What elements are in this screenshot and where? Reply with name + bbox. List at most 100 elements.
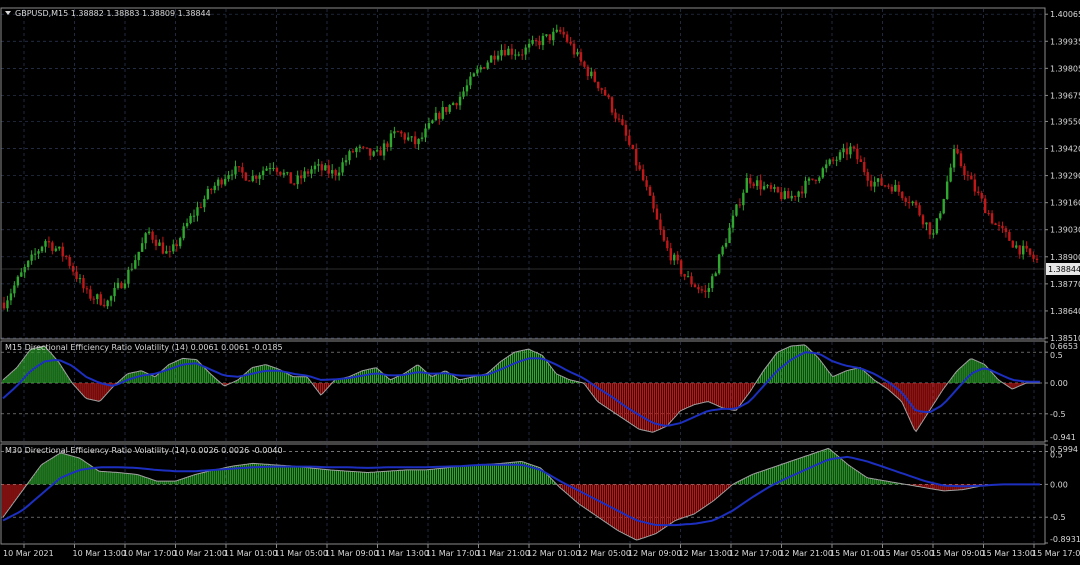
- candle-body: [64, 255, 68, 257]
- candle-body: [970, 175, 973, 180]
- candle-body: [521, 54, 524, 56]
- time-axis-label: 12 Mar 13:00: [679, 549, 732, 558]
- candle-body: [9, 293, 13, 301]
- candle-body: [648, 186, 652, 196]
- candle-body: [68, 256, 71, 266]
- candle-body: [248, 180, 251, 182]
- candle-body: [890, 186, 894, 192]
- candle-body: [990, 213, 994, 224]
- candle-body: [856, 148, 859, 160]
- price-pane-title: GBPUSD,M15 1.38882 1.38883 1.38809 1.388…: [15, 9, 211, 18]
- price-axis-label: 1.38900: [1050, 253, 1080, 262]
- candle-body: [469, 76, 472, 86]
- candle-body: [109, 296, 113, 301]
- candle-body: [925, 222, 928, 225]
- candle-body: [196, 207, 199, 216]
- candle-body: [945, 181, 949, 199]
- candle-body: [199, 207, 203, 209]
- candle-body: [818, 177, 821, 181]
- candle-body: [185, 223, 189, 227]
- candle-body: [887, 185, 890, 187]
- candle-body: [590, 71, 593, 77]
- candle-body: [894, 184, 897, 192]
- trading-chart[interactable]: GBPUSD,M15 1.38882 1.38883 1.38809 1.388…: [0, 0, 1080, 565]
- value-axis-label: 0.5: [1050, 351, 1063, 360]
- candle-body: [749, 178, 752, 184]
- candle-body: [921, 215, 925, 225]
- time-axis-label: 10 Mar 2021: [3, 549, 54, 558]
- candle-body: [942, 198, 945, 214]
- candle-body: [6, 300, 9, 309]
- candle-body: [717, 254, 721, 274]
- candle-body: [859, 159, 863, 163]
- candle-body: [33, 253, 37, 255]
- candle-body: [731, 215, 735, 228]
- candle-body: [977, 191, 980, 194]
- candle-body: [673, 254, 676, 261]
- candle-body: [113, 287, 116, 297]
- time-axis-label: 10 Mar 13:00: [73, 549, 126, 558]
- candle-body: [237, 166, 241, 168]
- time-axis-label: 11 Mar 17:00: [426, 549, 479, 558]
- candle-body: [880, 178, 883, 186]
- candle-body: [997, 224, 1001, 226]
- candle-body: [666, 240, 669, 249]
- time-axis-label: 15 Mar 13:00: [982, 549, 1035, 558]
- candle-body: [766, 185, 769, 187]
- candle-body: [966, 175, 970, 177]
- time-axis-label: 11 Mar 13:00: [376, 549, 429, 558]
- candle-body: [652, 195, 655, 209]
- candle-body: [1018, 245, 1021, 255]
- candle-body: [327, 165, 330, 174]
- candle-body: [458, 96, 462, 106]
- candle-body: [251, 175, 254, 182]
- candle-body: [489, 55, 493, 63]
- candle-body: [268, 167, 272, 169]
- candle-body: [23, 267, 26, 273]
- candle-body: [483, 67, 486, 69]
- candle-body: [901, 191, 904, 199]
- candle-body: [89, 289, 92, 299]
- candle-body: [952, 149, 956, 168]
- candle-body: [821, 168, 824, 178]
- candle-body: [555, 29, 558, 32]
- candle-body: [790, 195, 793, 199]
- candle-body: [579, 52, 583, 62]
- candle-body: [348, 151, 351, 161]
- candle-body: [773, 187, 776, 189]
- candle-body: [838, 152, 842, 160]
- candle-body: [845, 148, 849, 155]
- candle-body: [641, 169, 645, 181]
- candle-body: [514, 54, 517, 56]
- candle-body: [983, 198, 987, 214]
- candle-body: [935, 218, 939, 234]
- candle-body: [873, 181, 876, 187]
- candle-body: [362, 146, 365, 148]
- candle-body: [192, 215, 196, 217]
- candle-body: [165, 251, 168, 254]
- candle-body: [102, 304, 106, 307]
- candle-body: [341, 162, 344, 173]
- candle-body: [973, 179, 977, 192]
- candle-body: [413, 136, 417, 145]
- candle-body: [849, 146, 852, 155]
- candle-body: [462, 91, 465, 97]
- candle-body: [106, 300, 109, 307]
- candle-body: [134, 260, 137, 269]
- candle-body: [562, 31, 565, 35]
- candle-body: [230, 174, 234, 176]
- value-axis-label: -0.8931: [1050, 535, 1080, 544]
- candle-body: [534, 40, 538, 42]
- time-axis-label: 15 Mar 01:00: [830, 549, 883, 558]
- candle-body: [317, 164, 320, 166]
- candle-body: [683, 274, 686, 277]
- candle-body: [417, 138, 420, 145]
- candle-body: [403, 133, 406, 140]
- candle-body: [147, 231, 151, 234]
- candle-body: [275, 167, 279, 172]
- candle-body: [99, 294, 102, 305]
- candle-body: [265, 168, 268, 171]
- candle-body: [203, 198, 206, 208]
- candle-body: [904, 198, 907, 202]
- time-axis-label: 12 Mar 01:00: [527, 549, 580, 558]
